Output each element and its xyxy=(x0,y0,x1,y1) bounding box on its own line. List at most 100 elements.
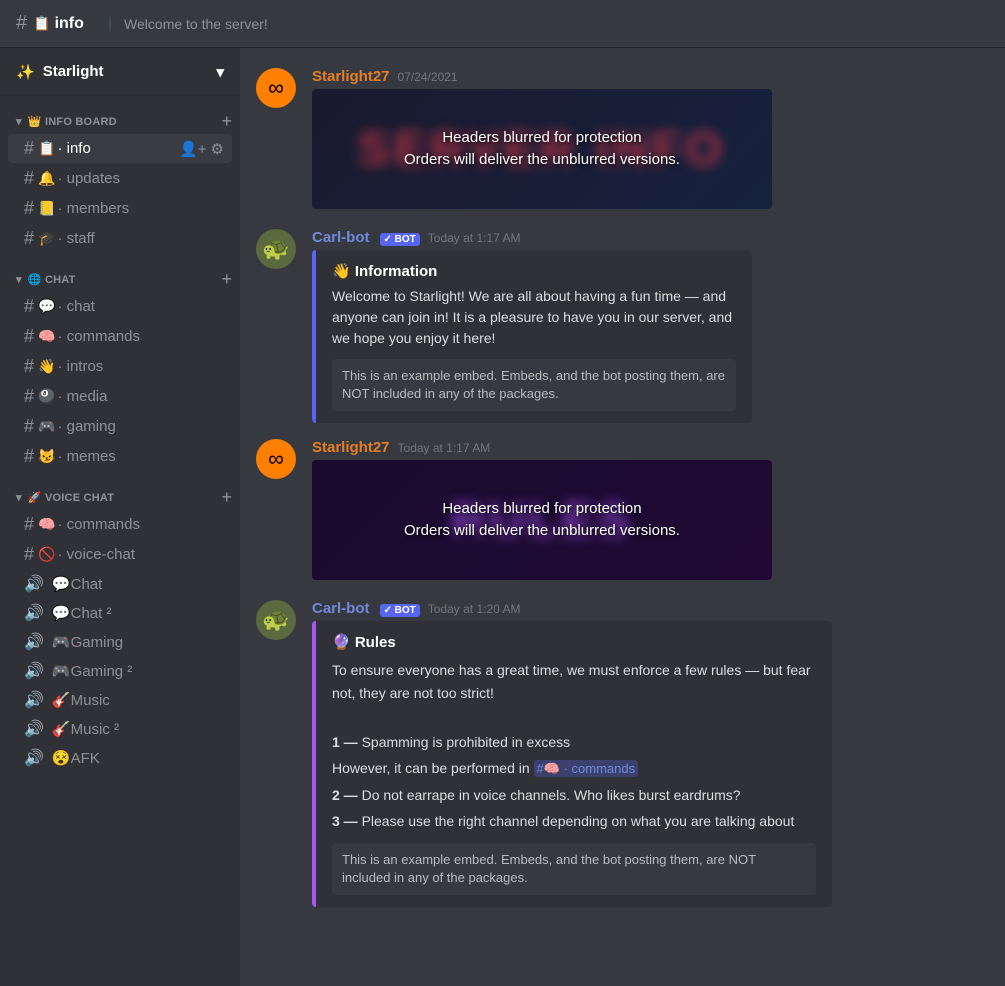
pinned-icon: 📋 xyxy=(33,15,50,32)
voice-room-gaming2[interactable]: 🔊 🎮 Gaming ² xyxy=(8,657,232,685)
chat-area: ∞ Starlight27 07/24/2021 SERVER INFO Hea… xyxy=(240,48,1005,986)
emoji-members: 📒 xyxy=(38,200,55,217)
add-channel-chat[interactable]: + xyxy=(221,270,232,288)
message-header-1: Starlight27 07/24/2021 xyxy=(312,68,989,85)
section-icon-info-board: ▾ xyxy=(16,115,22,128)
message-group-3: ∞ Starlight27 Today at 1:17 AM RULES Hea… xyxy=(240,435,1005,588)
message-group-2: 🐢 Carl-bot ✓ BOT Today at 1:17 AM 👋 Info… xyxy=(240,225,1005,427)
section-header-info-board[interactable]: ▾ 👑 INFO BOARD + xyxy=(0,112,240,134)
emoji-voice-music2: 🎸 xyxy=(52,720,71,738)
hash-icon-commands: # xyxy=(24,326,34,347)
message-author-starlight27: Starlight27 xyxy=(312,68,390,85)
section-text-voice-chat: 🚀 VOICE CHAT xyxy=(28,491,114,504)
section-label-voice-chat: ▾ 🚀 VOICE CHAT xyxy=(16,491,114,504)
voice-name-chat2: Chat ² xyxy=(71,605,224,622)
voice-room-gaming[interactable]: 🔊 🎮 Gaming xyxy=(8,628,232,656)
embed-rules: 🔮 Rules To ensure everyone has a great t… xyxy=(312,621,832,907)
voice-room-chat2[interactable]: 🔊 💬 Chat ² xyxy=(8,599,232,627)
avatar-starlight27-2: ∞ xyxy=(256,439,296,479)
section-icon-chat: ▾ xyxy=(16,273,22,286)
embed-desc-rules: To ensure everyone has a great time, we … xyxy=(332,659,816,832)
emoji-media: 🎱 xyxy=(38,388,55,405)
hash-icon-commands-voice: # xyxy=(24,514,34,535)
voice-room-afk[interactable]: 🔊 😵 AFK xyxy=(8,744,232,772)
hash-icon-gaming: # xyxy=(24,416,34,437)
sidebar-item-memes[interactable]: # 😼 · memes xyxy=(8,442,232,471)
voice-room-music2[interactable]: 🔊 🎸 Music ² xyxy=(8,715,232,743)
speaker-icon-music2: 🔊 xyxy=(24,719,44,739)
rule-1: 1 — Spamming is prohibited in excess xyxy=(332,731,816,753)
emoji-chat: 💬 xyxy=(38,298,55,315)
section-voice-chat: ▾ 🚀 VOICE CHAT + # 🧠 · commands # 🚫 · vo… xyxy=(0,488,240,773)
embed-title-rules: 🔮 Rules xyxy=(332,633,816,651)
blur-notice-3: Headers blurred for protectionOrders wil… xyxy=(396,490,688,551)
add-channel-voice-chat[interactable]: + xyxy=(221,488,232,506)
info-channel-actions: 👤+ ⚙ xyxy=(179,140,224,158)
emoji-voice-chat-ch: 🚫 xyxy=(38,546,55,563)
emoji-gaming: 🎮 xyxy=(38,418,55,435)
add-member-icon[interactable]: 👤+ xyxy=(179,140,206,158)
sidebar-item-info[interactable]: # 📋 · info 👤+ ⚙ xyxy=(8,134,232,163)
sidebar-item-chat[interactable]: # 💬 · chat xyxy=(8,292,232,321)
sidebar-item-media[interactable]: # 🎱 · media xyxy=(8,382,232,411)
top-bar-channel-name: info xyxy=(55,15,84,33)
message-header-3: Starlight27 Today at 1:17 AM xyxy=(312,439,989,456)
channel-name-media: · media xyxy=(57,388,224,405)
voice-name-gaming: Gaming xyxy=(71,634,224,651)
top-bar-channel-desc: Welcome to the server! xyxy=(124,16,268,32)
message-header-4: Carl-bot ✓ BOT Today at 1:20 AM xyxy=(312,600,989,617)
message-content-2: Carl-bot ✓ BOT Today at 1:17 AM 👋 Inform… xyxy=(312,229,989,423)
channel-mention-commands: #🧠 · commands xyxy=(534,760,639,777)
server-header[interactable]: ✨ Starlight ▾ xyxy=(0,48,240,96)
hash-icon-members: # xyxy=(24,198,34,219)
section-label-info-board: ▾ 👑 INFO BOARD xyxy=(16,115,117,128)
sidebar-item-intros[interactable]: # 👋 · intros xyxy=(8,352,232,381)
section-header-chat[interactable]: ▾ 🌐 CHAT + xyxy=(0,270,240,292)
main-layout: ✨ Starlight ▾ ▾ 👑 INFO BOARD + # 📋 · inf… xyxy=(0,48,1005,986)
sidebar-item-gaming[interactable]: # 🎮 · gaming xyxy=(8,412,232,441)
settings-icon-info[interactable]: ⚙ xyxy=(211,140,224,158)
sidebar-item-updates[interactable]: # 🔔 · updates xyxy=(8,164,232,193)
speaker-icon-afk: 🔊 xyxy=(24,748,44,768)
channel-name-commands: · commands xyxy=(57,328,224,345)
message-timestamp-1: 07/24/2021 xyxy=(398,70,458,84)
section-icon-voice-chat: ▾ xyxy=(16,491,22,504)
emoji-voice-afk: 😵 xyxy=(52,749,71,767)
embed-footer-information: This is an example embed. Embeds, and th… xyxy=(332,359,736,411)
hash-icon-updates: # xyxy=(24,168,34,189)
emoji-intros: 👋 xyxy=(38,358,55,375)
section-label-chat: ▾ 🌐 CHAT xyxy=(16,273,76,286)
section-header-voice-chat[interactable]: ▾ 🚀 VOICE CHAT + xyxy=(0,488,240,510)
avatar-starlight27-1: ∞ xyxy=(256,68,296,108)
embed-title-information: 👋 Information xyxy=(332,262,736,280)
message-timestamp-4: Today at 1:20 AM xyxy=(428,602,521,616)
message-group-1: ∞ Starlight27 07/24/2021 SERVER INFO Hea… xyxy=(240,64,1005,217)
sidebar-item-staff[interactable]: # 🎓 · staff xyxy=(8,224,232,253)
section-text-info-board: 👑 INFO BOARD xyxy=(28,115,117,128)
blur-notice-1: Headers blurred for protectionOrders wil… xyxy=(396,119,688,180)
speaker-icon-chat: 🔊 xyxy=(24,574,44,594)
sidebar-item-commands[interactable]: # 🧠 · commands xyxy=(8,322,232,351)
sidebar-item-commands-voice[interactable]: # 🧠 · commands xyxy=(8,510,232,539)
channel-name-info: · info xyxy=(57,140,179,157)
sidebar-item-voice-chat-ch[interactable]: # 🚫 · voice-chat xyxy=(8,540,232,569)
emoji-voice-music: 🎸 xyxy=(52,691,71,709)
voice-room-chat[interactable]: 🔊 💬 Chat xyxy=(8,570,232,598)
sidebar: ✨ Starlight ▾ ▾ 👑 INFO BOARD + # 📋 · inf… xyxy=(0,48,240,986)
server-title: Starlight xyxy=(43,63,104,80)
avatar-carlbot-1: 🐢 xyxy=(256,229,296,269)
message-author-carlbot-2: Carl-bot xyxy=(312,600,370,617)
messages-list: ∞ Starlight27 07/24/2021 SERVER INFO Hea… xyxy=(240,48,1005,986)
message-group-4: 🐢 Carl-bot ✓ BOT Today at 1:20 AM 🔮 Rule… xyxy=(240,596,1005,911)
hash-icon-info: # xyxy=(24,138,34,159)
channel-name-updates: · updates xyxy=(57,170,224,187)
voice-name-chat: Chat xyxy=(71,576,224,593)
voice-room-music[interactable]: 🔊 🎸 Music xyxy=(8,686,232,714)
speaker-icon-gaming2: 🔊 xyxy=(24,661,44,681)
add-channel-info-board[interactable]: + xyxy=(221,112,232,130)
top-bar-divider: | xyxy=(108,15,112,33)
sidebar-item-members[interactable]: # 📒 · members xyxy=(8,194,232,223)
channel-name-memes: · memes xyxy=(57,448,224,465)
channel-name-voice-chat-ch: · voice-chat xyxy=(57,546,224,563)
section-text-chat: 🌐 CHAT xyxy=(28,273,76,286)
